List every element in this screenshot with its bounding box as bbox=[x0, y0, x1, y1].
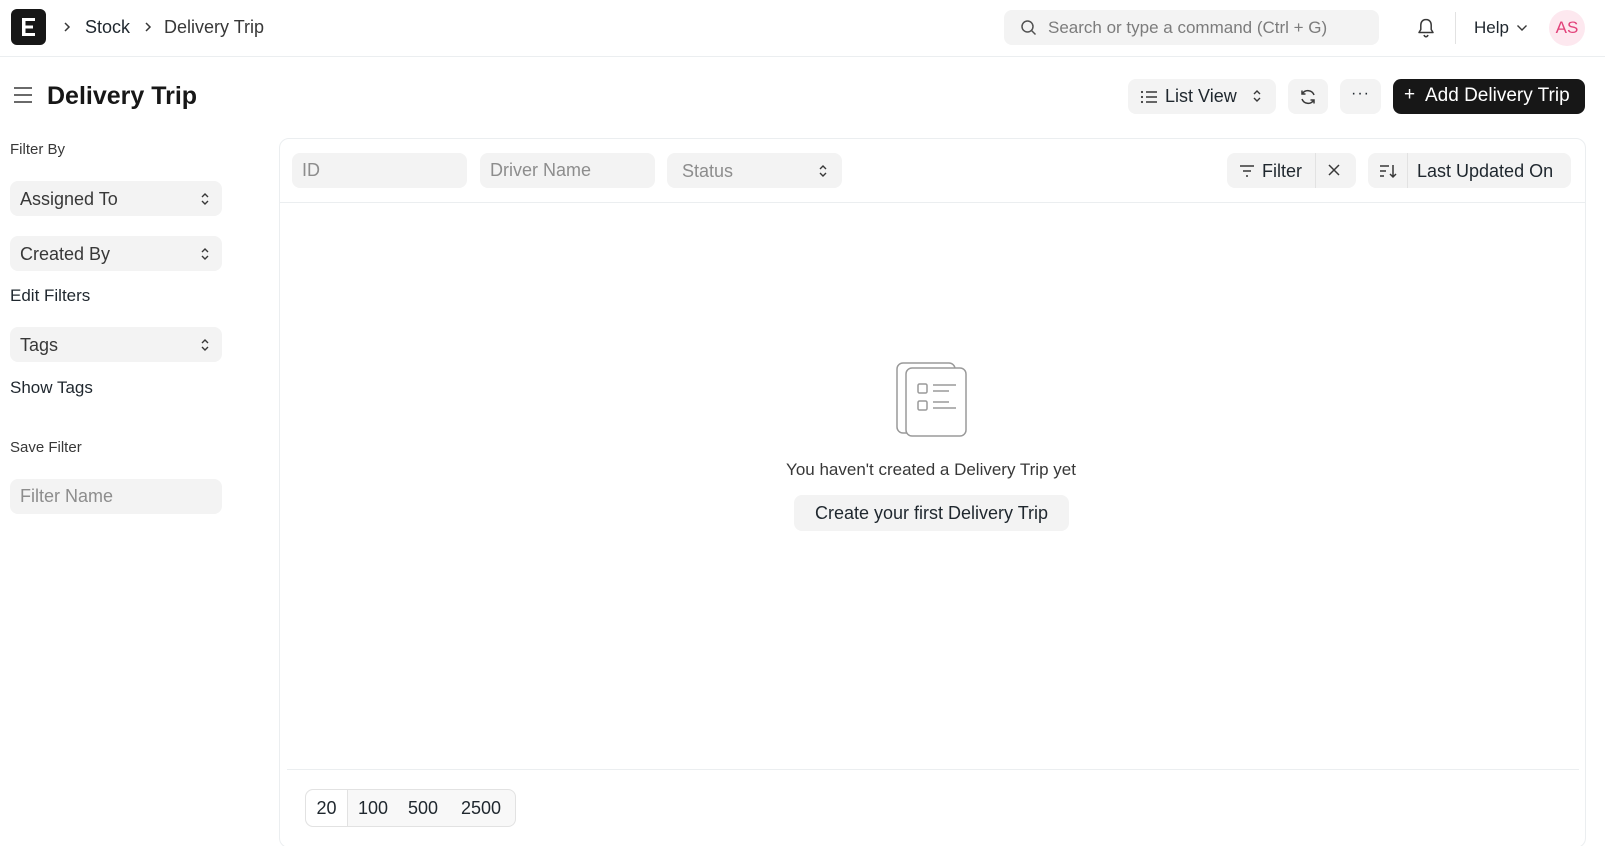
select-updown-icon bbox=[201, 339, 209, 351]
page-length-20[interactable]: 20 bbox=[306, 790, 348, 826]
select-updown-icon bbox=[201, 193, 209, 205]
sort-by-label: Last Updated On bbox=[1417, 161, 1554, 181]
sort-order-icon[interactable] bbox=[1378, 162, 1398, 180]
id-filter-input[interactable] bbox=[292, 153, 467, 188]
create-first-delivery-trip-button[interactable]: Create your first Delivery Trip bbox=[794, 495, 1069, 531]
filter-name-input[interactable] bbox=[10, 479, 222, 514]
empty-state-message: You haven't created a Delivery Trip yet bbox=[786, 460, 1076, 479]
list-header-divider bbox=[280, 202, 1585, 203]
app-logo[interactable] bbox=[11, 9, 46, 45]
search-icon bbox=[1021, 20, 1037, 36]
save-filter-label: Save Filter bbox=[10, 439, 82, 456]
list-icon bbox=[1140, 90, 1157, 104]
filter-button[interactable]: Filter bbox=[1227, 153, 1356, 188]
clear-filter-icon[interactable] bbox=[1327, 163, 1341, 177]
add-delivery-trip-button[interactable]: + Add Delivery Trip bbox=[1393, 79, 1585, 114]
user-avatar[interactable]: AS bbox=[1549, 10, 1585, 46]
chevron-down-icon[interactable] bbox=[1516, 24, 1528, 32]
refresh-icon bbox=[1301, 89, 1315, 105]
navbar: Stock Delivery Trip Help AS bbox=[0, 0, 1605, 57]
show-tags-link[interactable]: Show Tags bbox=[10, 377, 93, 399]
tags-select[interactable]: Tags bbox=[10, 327, 222, 362]
plus-icon: + bbox=[1404, 84, 1416, 105]
erpnext-logo-icon bbox=[22, 18, 35, 36]
edit-filters-link[interactable]: Edit Filters bbox=[10, 285, 90, 307]
awesomebar bbox=[1004, 10, 1379, 45]
select-updown-icon bbox=[201, 248, 209, 260]
hamburger-menu-icon[interactable] bbox=[12, 84, 34, 106]
page-length-selector: 20 100 500 2500 bbox=[305, 789, 516, 827]
sort-separator bbox=[1407, 153, 1408, 188]
select-updown-icon bbox=[819, 165, 827, 177]
assigned-to-select[interactable]: Assigned To bbox=[10, 181, 222, 216]
list-view-label: List View bbox=[1165, 86, 1237, 106]
empty-list-icon bbox=[896, 362, 967, 437]
chevron-right-icon bbox=[64, 22, 71, 32]
status-filter-select[interactable]: Status bbox=[667, 153, 842, 188]
sort-selector[interactable]: Last Updated On bbox=[1368, 153, 1571, 188]
filter-by-label: Filter By bbox=[10, 141, 66, 158]
page-length-500[interactable]: 500 bbox=[398, 790, 448, 826]
breadcrumb-stock[interactable]: Stock bbox=[85, 16, 130, 38]
chevron-right-icon bbox=[145, 22, 152, 32]
select-updown-icon bbox=[1253, 90, 1261, 102]
tags-label: Tags bbox=[20, 335, 59, 355]
refresh-button[interactable] bbox=[1288, 79, 1328, 114]
search-input[interactable] bbox=[1048, 10, 1368, 45]
page-length-2500[interactable]: 2500 bbox=[448, 790, 514, 826]
list-view-selector[interactable]: List View bbox=[1128, 79, 1276, 114]
help-dropdown[interactable]: Help bbox=[1474, 17, 1509, 39]
breadcrumb-delivery-trip[interactable]: Delivery Trip bbox=[164, 16, 264, 38]
filter-separator bbox=[1315, 153, 1316, 188]
created-by-label: Created By bbox=[20, 244, 111, 264]
more-actions-button[interactable]: ··· bbox=[1340, 79, 1381, 114]
assigned-to-label: Assigned To bbox=[20, 189, 118, 209]
driver-name-filter-input[interactable] bbox=[480, 153, 655, 188]
page-length-100[interactable]: 100 bbox=[348, 790, 398, 826]
list-footer-divider bbox=[287, 769, 1579, 770]
filter-button-label: Filter bbox=[1262, 161, 1302, 181]
navbar-divider bbox=[1455, 12, 1456, 44]
more-dots-icon: ··· bbox=[1351, 85, 1370, 102]
add-button-label: Add Delivery Trip bbox=[1425, 85, 1570, 106]
filter-icon bbox=[1240, 165, 1254, 177]
created-by-select[interactable]: Created By bbox=[10, 236, 222, 271]
notification-bell-icon[interactable] bbox=[1414, 16, 1438, 40]
status-filter-label: Status bbox=[682, 161, 734, 181]
page-title: Delivery Trip bbox=[47, 82, 198, 110]
list-card bbox=[279, 138, 1586, 846]
